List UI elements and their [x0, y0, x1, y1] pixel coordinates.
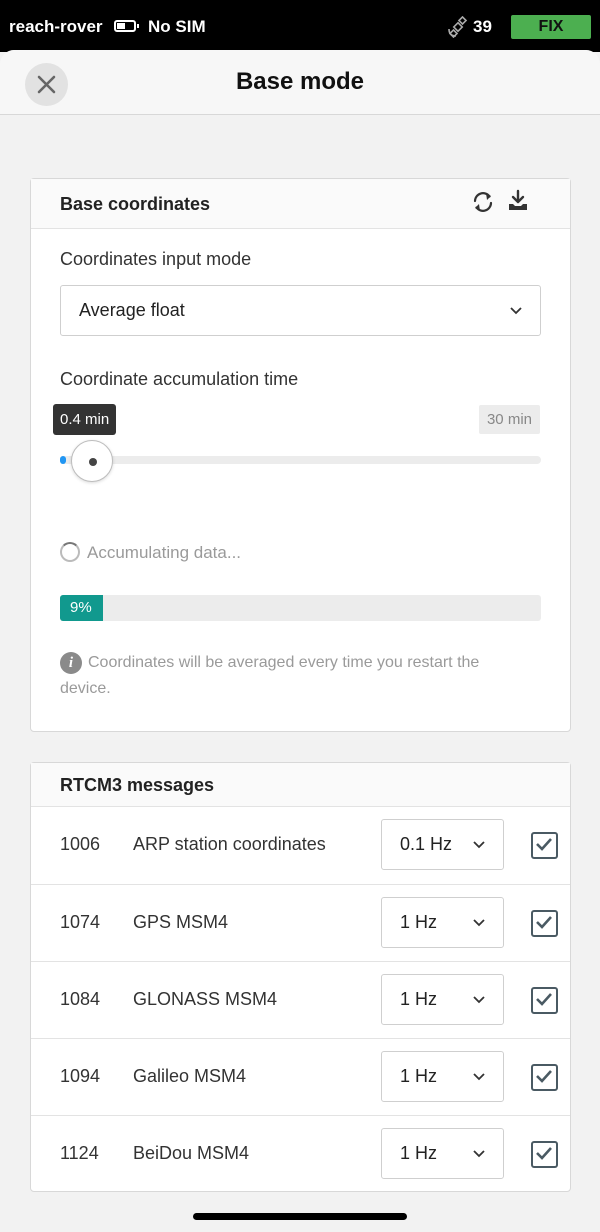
fix-badge: FIX	[511, 15, 591, 39]
slider-max-label: 30 min	[478, 405, 540, 434]
message-id: 1084	[60, 989, 101, 1009]
message-checkbox[interactable]	[531, 987, 558, 1014]
rate-select[interactable]: 1 Hz	[381, 1051, 504, 1102]
base-mode-sheet: Base mode Base coordinates Coordinates i…	[0, 50, 600, 1232]
rate-select[interactable]: 1 Hz	[381, 974, 504, 1025]
progress-fill: 9%	[60, 595, 104, 621]
satellite-count: 39	[473, 17, 492, 36]
rate-value: 1 Hz	[400, 989, 438, 1009]
message-name: GPS MSM4	[133, 912, 229, 932]
table-row: 1074 GPS MSM4 1 Hz	[31, 884, 570, 961]
slider-track[interactable]	[60, 456, 541, 464]
table-row: 1094 Galileo MSM4 1 Hz	[31, 1038, 570, 1115]
message-checkbox[interactable]	[531, 1064, 558, 1091]
satellite-icon	[448, 16, 468, 38]
chevron-down-icon	[473, 1150, 485, 1158]
home-indicator	[193, 1213, 407, 1220]
message-name: ARP station coordinates	[133, 834, 326, 854]
message-checkbox[interactable]	[531, 1141, 558, 1168]
chevron-down-icon	[473, 1073, 485, 1081]
message-id: 1094	[60, 1066, 101, 1086]
message-name: Galileo MSM4	[133, 1066, 247, 1086]
page-title: Base mode	[235, 68, 365, 95]
header: Base mode	[0, 50, 600, 115]
slider-value-tooltip: 0.4 min	[53, 404, 117, 435]
download-icon[interactable]	[506, 189, 530, 213]
card-title: Base coordinates	[60, 194, 211, 214]
rate-value: 1 Hz	[400, 912, 438, 932]
checkmark-icon	[536, 1147, 552, 1160]
info-icon: i	[60, 652, 82, 674]
slider-fill	[60, 456, 67, 464]
rate-select[interactable]: 1 Hz	[381, 897, 504, 948]
progress-bar: 9%	[60, 595, 541, 621]
message-id: 1006	[60, 834, 101, 854]
message-checkbox[interactable]	[531, 910, 558, 937]
status-bar: reach-rover No SIM 39 FIX	[0, 0, 600, 52]
refresh-icon[interactable]	[471, 190, 495, 214]
message-id: 1074	[60, 912, 101, 932]
slider-thumb[interactable]	[71, 440, 114, 482]
input-mode-label: Coordinates input mode	[60, 249, 252, 269]
checkmark-icon	[536, 838, 552, 851]
accumulating-status: Accumulating data...	[87, 543, 242, 562]
base-coordinates-card: Base coordinates Coordinates input mode …	[30, 178, 571, 732]
checkmark-icon	[536, 993, 552, 1006]
rate-value: 0.1 Hz	[400, 834, 453, 854]
message-id: 1124	[60, 1143, 99, 1163]
input-mode-value: Average float	[79, 300, 185, 320]
chevron-down-icon	[473, 919, 485, 927]
message-checkbox[interactable]	[531, 832, 558, 859]
message-name: GLONASS MSM4	[133, 989, 278, 1009]
card-title: RTCM3 messages	[60, 775, 215, 795]
loading-spinner-icon	[60, 542, 80, 562]
rate-select[interactable]: 1 Hz	[381, 1128, 504, 1179]
rate-select[interactable]: 0.1 Hz	[381, 819, 504, 870]
chevron-down-icon	[473, 996, 485, 1004]
message-name: BeiDou MSM4	[133, 1143, 250, 1163]
card-header: Base coordinates	[31, 179, 570, 229]
rtcm3-message-list: 1006 ARP station coordinates 0.1 Hz 1074 GPS…	[31, 807, 570, 1192]
table-row: 1124 BeiDou MSM4 1 Hz	[31, 1115, 570, 1192]
checkmark-icon	[536, 916, 552, 929]
rate-value: 1 Hz	[400, 1143, 438, 1163]
table-row: 1006 ARP station coordinates 0.1 Hz	[31, 807, 570, 884]
rtcm3-card: RTCM3 messages 1006 ARP station coordinat…	[30, 762, 571, 1192]
accumulation-time-label: Coordinate accumulation time	[60, 369, 299, 389]
table-row: 1084 GLONASS MSM4 1 Hz	[31, 961, 570, 1038]
input-mode-select[interactable]: Average float	[60, 285, 541, 336]
checkmark-icon	[536, 1070, 552, 1083]
sim-status: No SIM	[148, 17, 206, 36]
chevron-down-icon	[510, 307, 522, 315]
battery-icon	[114, 20, 139, 32]
chevron-down-icon	[473, 841, 485, 849]
card-header: RTCM3 messages	[31, 763, 570, 807]
rate-value: 1 Hz	[400, 1066, 438, 1086]
info-note: Coordinates will be averaged every time …	[60, 654, 480, 697]
device-name: reach-rover	[9, 17, 103, 36]
slider-thumb-dot	[89, 458, 98, 466]
